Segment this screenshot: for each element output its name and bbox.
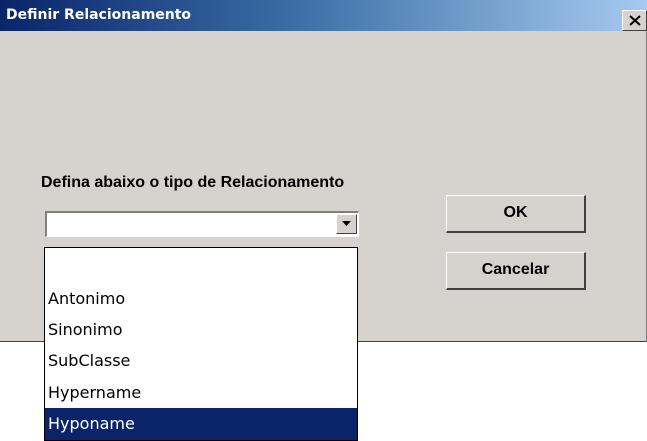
dropdown-option-antonimo[interactable]: Antonimo [45, 283, 357, 315]
close-button[interactable] [622, 10, 647, 31]
title-bar[interactable]: Definir Relacionamento [0, 0, 647, 31]
dropdown-option-sinonimo[interactable]: Sinonimo [45, 314, 357, 346]
cancel-button[interactable]: Cancelar [446, 252, 586, 290]
relationship-type-combobox[interactable] [45, 211, 359, 237]
combobox-dropdown-button[interactable] [336, 214, 357, 234]
screen: Definir Relacionamento Defina abaixo o t… [0, 0, 647, 441]
chevron-down-icon [342, 221, 351, 226]
relationship-type-dropdown-list[interactable]: Antonimo Sinonimo SubClasse Hypername Hy… [44, 247, 358, 441]
relationship-type-label: Defina abaixo o tipo de Relacionamento [41, 174, 345, 191]
window-title: Definir Relacionamento [6, 7, 192, 23]
ok-button[interactable]: OK [446, 195, 586, 233]
dropdown-option-hyponame[interactable]: Hyponame [45, 408, 357, 440]
dropdown-option-empty[interactable] [45, 251, 357, 283]
close-icon [629, 15, 641, 26]
dropdown-option-hypername[interactable]: Hypername [45, 377, 357, 409]
dropdown-option-subclasse[interactable]: SubClasse [45, 345, 357, 377]
